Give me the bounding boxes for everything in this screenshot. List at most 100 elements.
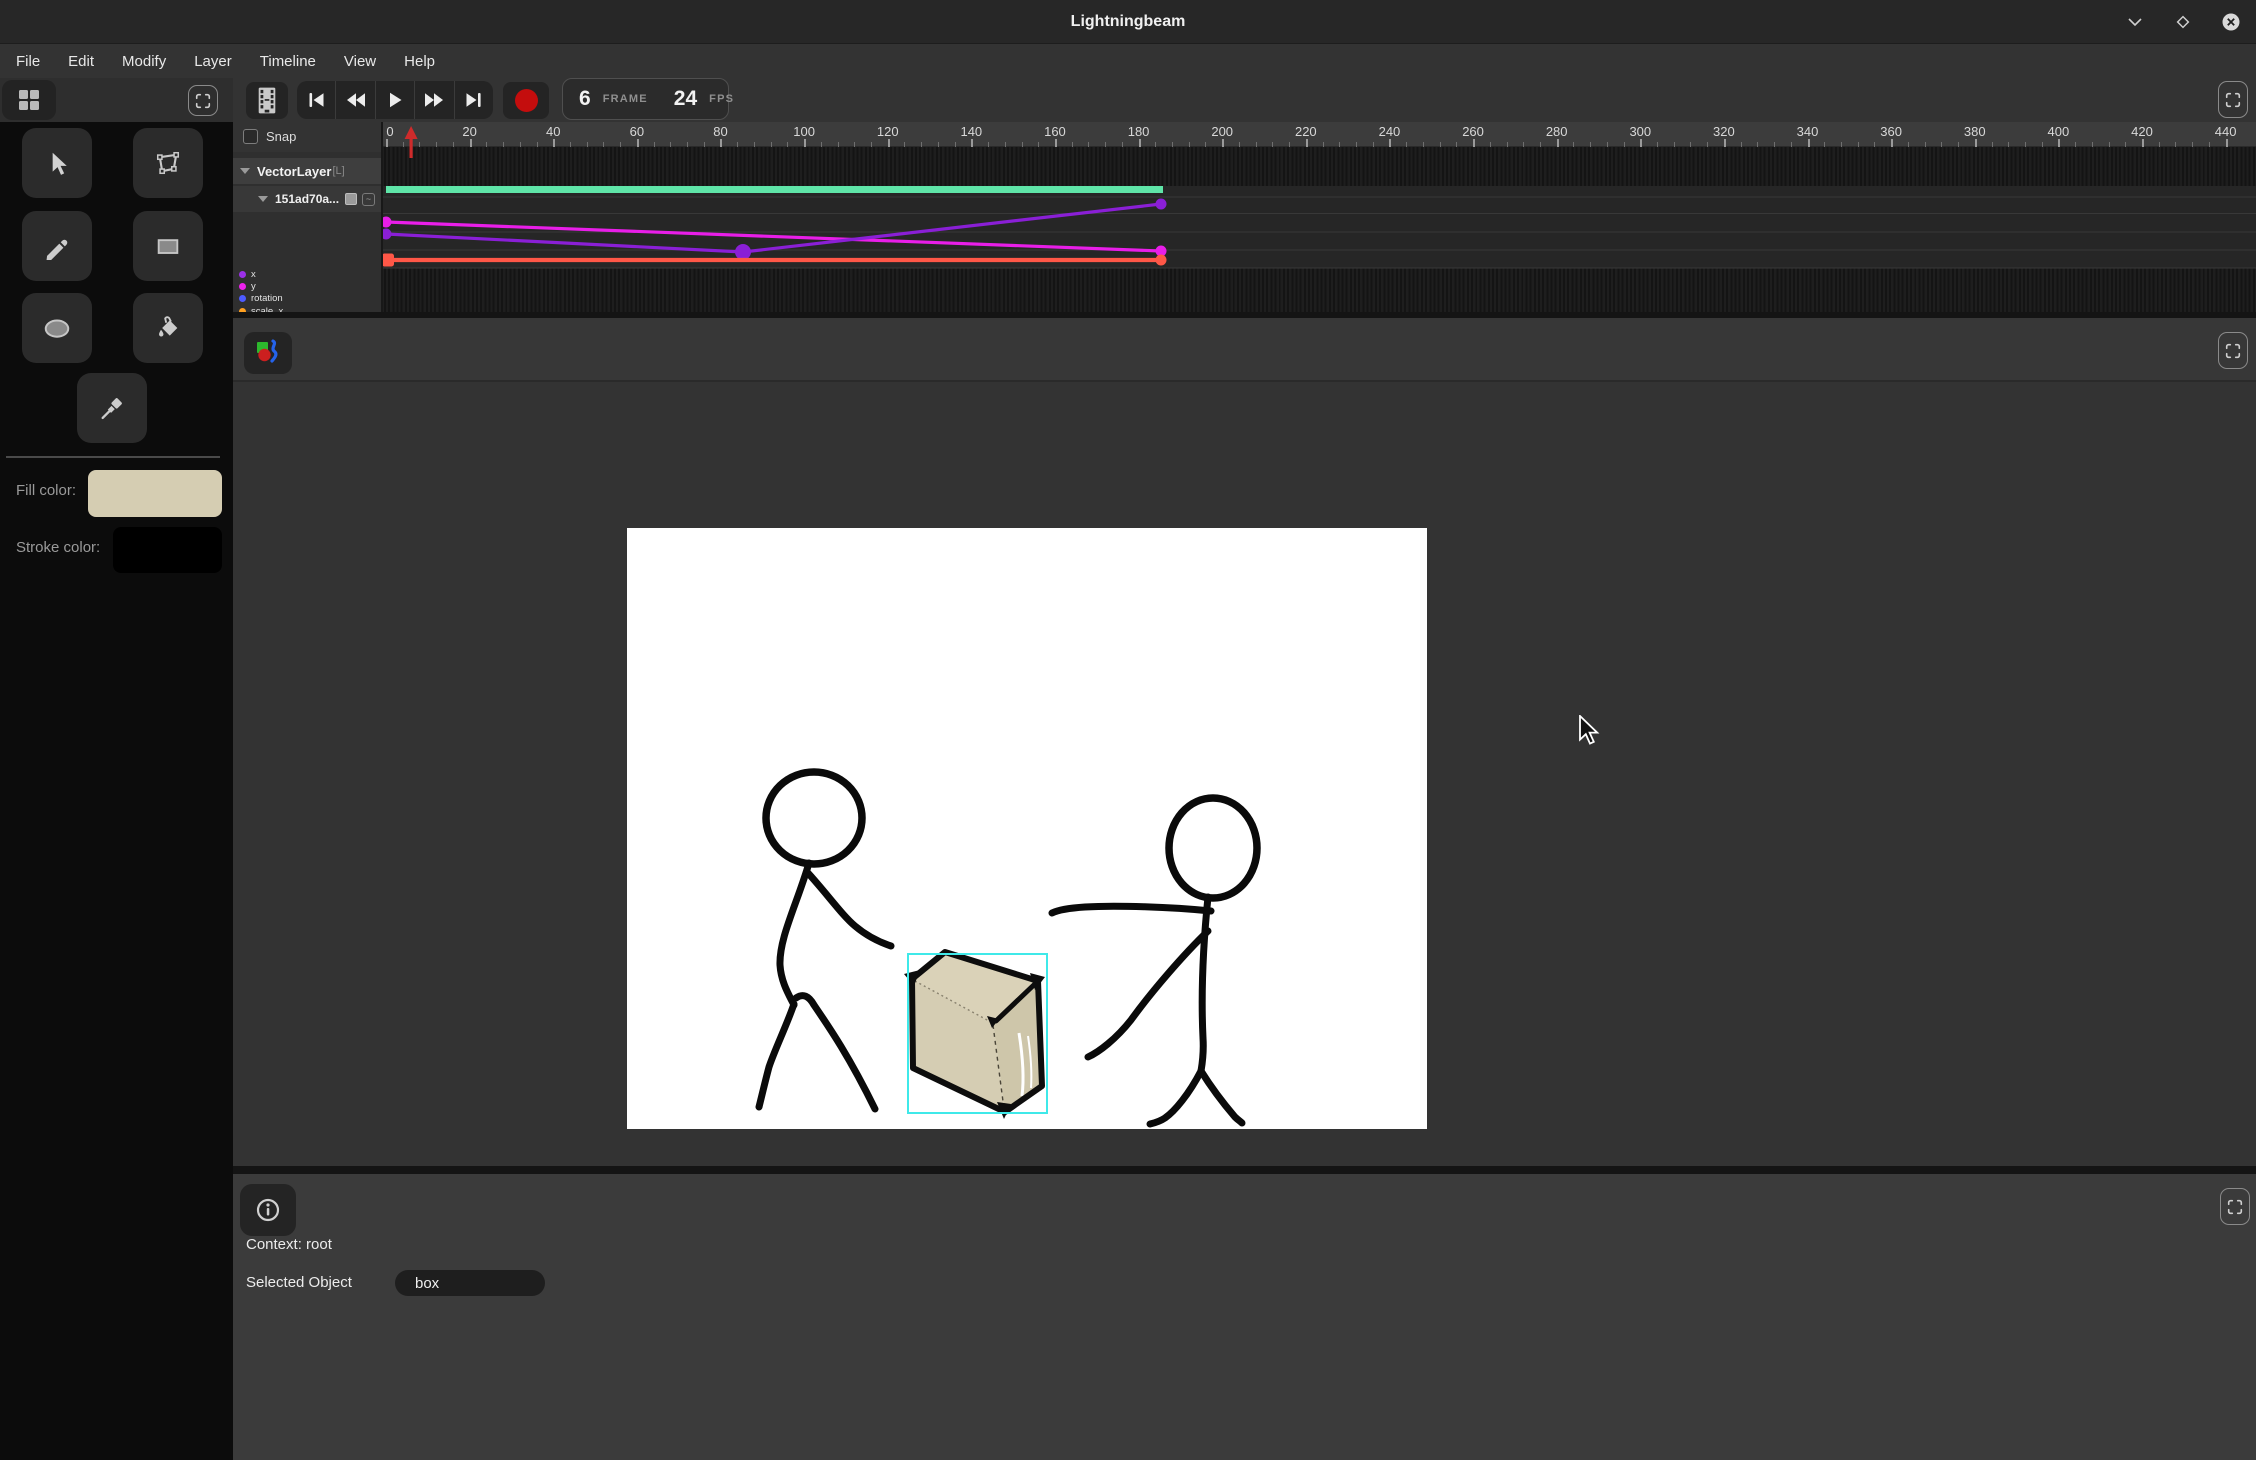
sidebar-divider bbox=[6, 456, 220, 458]
animation-curves[interactable] bbox=[383, 122, 2256, 312]
skip-to-end-button[interactable] bbox=[455, 81, 493, 119]
menu-item-file[interactable]: File bbox=[6, 49, 50, 74]
menu-item-edit[interactable]: Edit bbox=[58, 49, 104, 74]
sidebar-header bbox=[0, 78, 233, 122]
sublayer-tween-toggle[interactable]: ~ bbox=[362, 193, 375, 206]
rewind-button[interactable] bbox=[336, 81, 375, 119]
fast-forward-button[interactable] bbox=[415, 81, 454, 119]
close-icon bbox=[2221, 12, 2241, 32]
eyedropper-tool[interactable] bbox=[77, 373, 147, 443]
close-button[interactable] bbox=[2220, 11, 2242, 33]
window-controls bbox=[2124, 0, 2242, 44]
tool-sidebar: Fill color: Stroke color: bbox=[0, 78, 233, 1460]
fill-color-label: Fill color: bbox=[16, 482, 76, 499]
stick-figure-left[interactable] bbox=[759, 772, 891, 1109]
curve-band bbox=[383, 186, 2256, 268]
ellipse-tool[interactable] bbox=[22, 293, 92, 363]
layer-row-vectorlayer[interactable]: VectorLayer [L] bbox=[233, 158, 381, 184]
property-name: scale_x bbox=[251, 306, 283, 312]
playback-controls bbox=[297, 81, 493, 119]
canvas-mode-button[interactable] bbox=[244, 332, 292, 374]
panel-grid-button[interactable] bbox=[2, 80, 56, 120]
menu-item-help[interactable]: Help bbox=[394, 49, 445, 74]
paint-bucket-icon bbox=[154, 314, 182, 342]
info-icon bbox=[254, 1196, 282, 1224]
snap-checkbox[interactable] bbox=[243, 129, 258, 144]
playhead[interactable] bbox=[405, 126, 418, 158]
rectangle-icon bbox=[154, 232, 182, 260]
stage[interactable] bbox=[627, 528, 1427, 1129]
stroke-color-label: Stroke color: bbox=[16, 539, 100, 556]
sublayer-name: 151ad70a... bbox=[275, 192, 339, 206]
vector-scene-icon bbox=[255, 339, 281, 367]
timeline-toolbar: 6 FRAME 24 FPS bbox=[233, 78, 2256, 122]
layer-extent-bar[interactable] bbox=[386, 186, 1163, 193]
window-title: Lightningbeam bbox=[1071, 13, 1186, 31]
property-row-x[interactable]: x bbox=[233, 268, 381, 280]
menu-item-timeline[interactable]: Timeline bbox=[250, 49, 326, 74]
frames-area[interactable]: 0204060801001201401601802002202402602803… bbox=[381, 122, 2256, 312]
property-color-dot bbox=[239, 295, 246, 302]
frame-label: FRAME bbox=[603, 93, 648, 105]
pencil-tool[interactable] bbox=[22, 211, 92, 281]
fill-color-swatch[interactable] bbox=[88, 470, 222, 517]
record-button[interactable] bbox=[503, 82, 549, 119]
layer-expander-icon[interactable] bbox=[240, 168, 250, 174]
transform-icon bbox=[154, 149, 182, 177]
expand-icon bbox=[2224, 91, 2242, 109]
menu-item-layer[interactable]: Layer bbox=[184, 49, 242, 74]
frame-fps-display: 6 FRAME 24 FPS bbox=[562, 78, 729, 120]
eyedropper-icon bbox=[98, 394, 126, 422]
canvas-expand-button[interactable] bbox=[2218, 332, 2248, 369]
canvas-panel bbox=[233, 318, 2256, 1166]
property-color-dot bbox=[239, 308, 246, 312]
record-icon bbox=[515, 89, 538, 112]
paint-bucket-tool[interactable] bbox=[133, 293, 203, 363]
menu-item-view[interactable]: View bbox=[334, 49, 386, 74]
inspector-expand-button[interactable] bbox=[2220, 1188, 2250, 1225]
property-row-rotation[interactable]: rotation bbox=[233, 293, 381, 305]
sidebar-expand-button[interactable] bbox=[188, 85, 218, 116]
property-row-y[interactable]: y bbox=[233, 280, 381, 292]
property-name: x bbox=[251, 269, 256, 280]
snap-row: Snap bbox=[233, 122, 381, 152]
snap-label: Snap bbox=[266, 129, 296, 144]
inspector-panel: Context: root Selected Object box bbox=[233, 1174, 2256, 1460]
fps-label: FPS bbox=[709, 93, 734, 105]
play-button[interactable] bbox=[376, 81, 415, 119]
property-name: y bbox=[251, 281, 256, 292]
transform-tool[interactable] bbox=[133, 128, 203, 198]
property-row-scale_x[interactable]: scale_x bbox=[233, 305, 381, 312]
minimize-button[interactable] bbox=[2124, 11, 2146, 33]
rectangle-tool[interactable] bbox=[133, 211, 203, 281]
stick-figure-right[interactable] bbox=[1052, 798, 1257, 1124]
box-object[interactable] bbox=[904, 952, 1045, 1119]
grid-icon bbox=[17, 88, 41, 112]
film-button[interactable] bbox=[246, 82, 288, 119]
select-tool[interactable] bbox=[22, 128, 92, 198]
layer-row-sublayer[interactable]: 151ad70a... ~ bbox=[233, 186, 381, 212]
fast-forward-icon bbox=[423, 90, 445, 110]
selected-object-label: Selected Object bbox=[246, 1274, 352, 1291]
stroke-color-swatch[interactable] bbox=[113, 527, 222, 573]
title-bar: Lightningbeam bbox=[0, 0, 2256, 44]
layer-name: VectorLayer bbox=[257, 164, 331, 179]
ellipse-icon bbox=[42, 313, 72, 343]
skip-to-start-button[interactable] bbox=[297, 81, 336, 119]
timeline-expand-button[interactable] bbox=[2218, 81, 2248, 118]
info-button[interactable] bbox=[240, 1184, 296, 1236]
context-text: Context: root bbox=[246, 1236, 332, 1253]
canvas-area[interactable] bbox=[233, 384, 2256, 1166]
sublayer-visibility-toggle[interactable] bbox=[345, 193, 357, 205]
property-list: xyrotationscale_xscale_yframeNumber bbox=[233, 268, 381, 312]
layer-column: Snap VectorLayer [L] 151ad70a... ~ xyrot… bbox=[233, 122, 381, 312]
menu-item-modify[interactable]: Modify bbox=[112, 49, 176, 74]
menubar: File Edit Modify Layer Timeline View Help bbox=[0, 44, 2256, 78]
film-strip-icon bbox=[255, 86, 279, 115]
skip-to-start-icon bbox=[306, 90, 326, 110]
restore-button[interactable] bbox=[2172, 11, 2194, 33]
selected-object-field[interactable]: box bbox=[395, 1270, 545, 1296]
sublayer-expander-icon[interactable] bbox=[258, 196, 268, 202]
property-name: rotation bbox=[251, 293, 283, 304]
frame-value: 6 bbox=[579, 87, 591, 111]
